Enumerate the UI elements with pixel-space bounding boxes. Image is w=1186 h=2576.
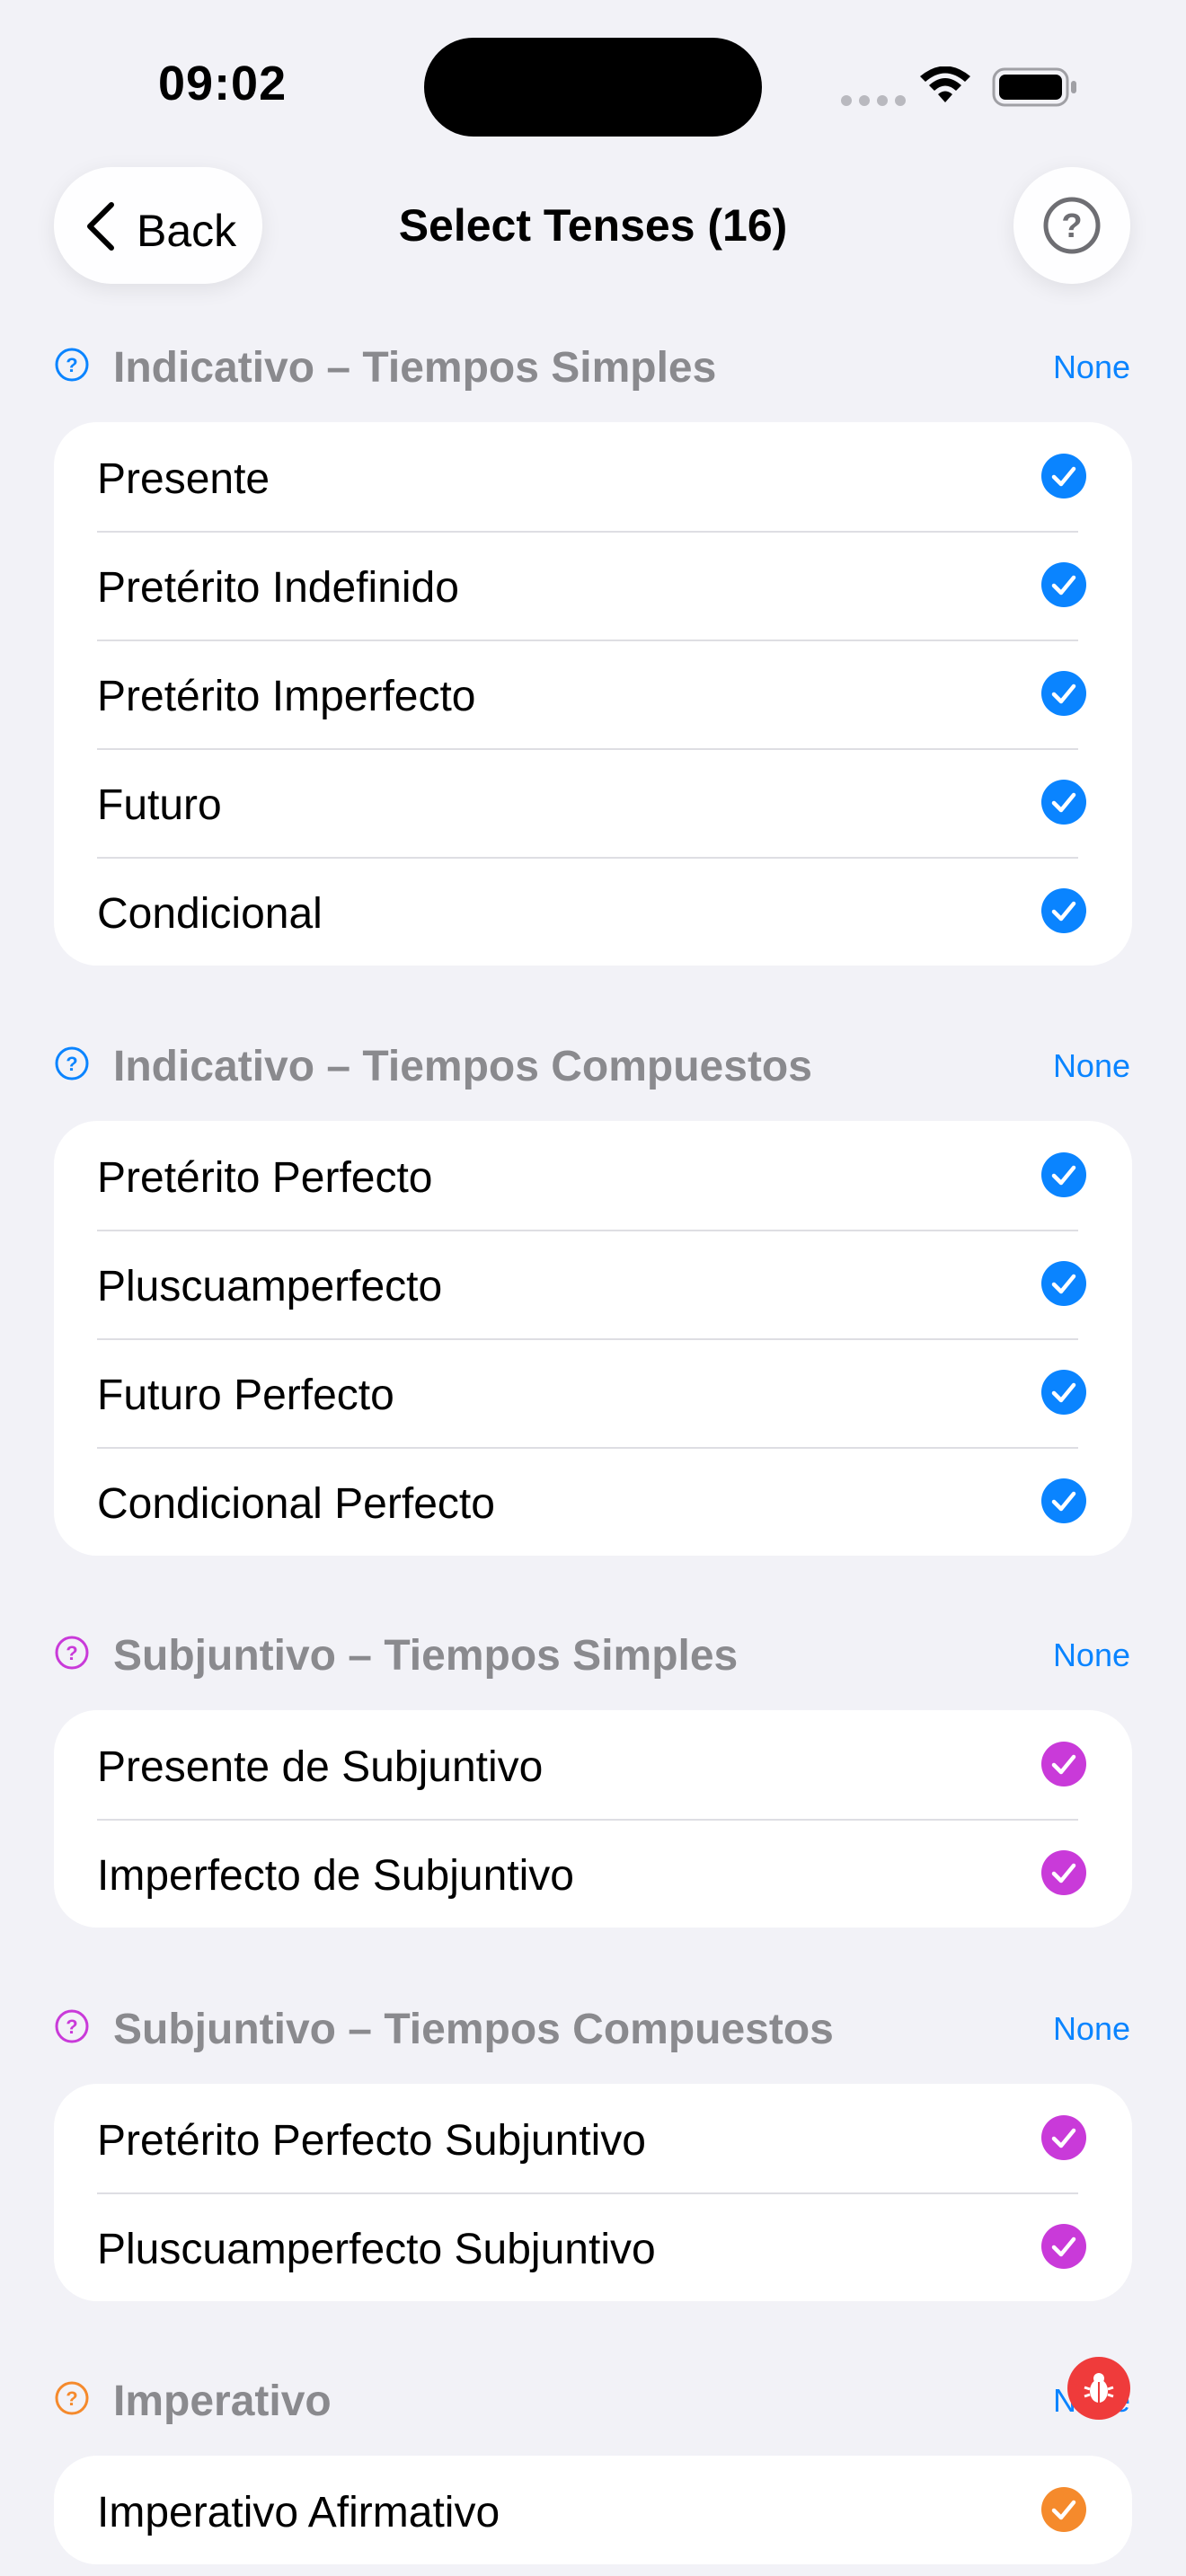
checkmark-circle-icon[interactable] <box>1040 1151 1087 1198</box>
tense-label: Pretérito Indefinido <box>97 564 459 612</box>
tense-row-preterito-indefinido[interactable]: Pretérito Indefinido <box>54 531 1132 640</box>
section-title: Subjuntivo – Tiempos Simples <box>113 1632 739 1680</box>
svg-text:?: ? <box>66 2016 77 2038</box>
tense-label: Imperativo Afirmativo <box>97 2489 500 2536</box>
section-header: ? Subjuntivo – Tiempos Compuestos None <box>0 1990 1186 2062</box>
question-circle-icon[interactable]: ? <box>54 2008 90 2044</box>
tense-row-presente-de-subjuntivo[interactable]: Presente de Subjuntivo <box>54 1710 1132 1819</box>
checkmark-circle-icon[interactable] <box>1040 2223 1087 2270</box>
section-list-indicativo-tiempos-simples: Presente Pretérito Indefinido Pretérito Im… <box>54 422 1132 966</box>
checkmark-circle-icon[interactable] <box>1040 1478 1087 1524</box>
tense-row-preterito-imperfecto[interactable]: Pretérito Imperfecto <box>54 640 1132 748</box>
bug-icon <box>1084 2373 1114 2403</box>
svg-text:?: ? <box>1061 207 1082 245</box>
svg-text:?: ? <box>66 1053 77 1075</box>
checkmark-circle-icon[interactable] <box>1040 670 1087 717</box>
tense-label: Condicional <box>97 890 323 938</box>
tense-row-futuro[interactable]: Futuro <box>54 748 1132 857</box>
help-button[interactable]: ? <box>1013 167 1130 284</box>
tense-row-preterito-perfecto-subjuntivo[interactable]: Pretérito Perfecto Subjuntivo <box>54 2084 1132 2192</box>
tense-row-condicional[interactable]: Condicional <box>54 857 1132 966</box>
none-button[interactable]: None <box>1053 348 1130 386</box>
section-header: ? Indicativo – Tiempos Simples None <box>0 329 1186 401</box>
page-title: Select Tenses (16) <box>398 200 788 251</box>
tense-label: Pluscuamperfecto <box>97 1263 443 1310</box>
tense-row-futuro-perfecto[interactable]: Futuro Perfecto <box>54 1338 1132 1447</box>
tense-label: Pretérito Perfecto <box>97 1154 433 1202</box>
section-title: Indicativo – Tiempos Simples <box>113 344 717 392</box>
section-header: ?ImperativoNone <box>0 2362 1186 2434</box>
tense-row-preterito-perfecto[interactable]: Pretérito Perfecto <box>54 1121 1132 1230</box>
checkmark-circle-icon[interactable] <box>1040 1260 1087 1307</box>
svg-text:?: ? <box>66 2387 77 2410</box>
tense-label: Imperfecto de Subjuntivo <box>97 1852 574 1900</box>
status-bar: 09:02 <box>0 0 1186 162</box>
tense-row-imperativo-afirmativo[interactable]: Imperativo Afirmativo <box>54 2456 1132 2564</box>
question-circle-icon: ? <box>1043 197 1101 254</box>
none-button[interactable]: None <box>1053 2010 1130 2048</box>
question-circle-icon[interactable]: ? <box>54 1635 90 1671</box>
checkmark-circle-icon[interactable] <box>1040 453 1087 499</box>
tense-row-condicional-perfecto[interactable]: Condicional Perfecto <box>54 1447 1132 1556</box>
question-circle-icon[interactable]: ? <box>54 1045 90 1081</box>
section-header: ? Subjuntivo – Tiempos Simples None <box>0 1617 1186 1689</box>
checkmark-circle-icon[interactable] <box>1040 1369 1087 1416</box>
tense-label: Futuro <box>97 781 222 829</box>
tense-label: Pluscuamperfecto Subjuntivo <box>97 2226 656 2273</box>
tense-label: Presente <box>97 455 270 503</box>
tense-label: Futuro Perfecto <box>97 1372 394 1419</box>
question-circle-icon[interactable]: ? <box>54 347 90 383</box>
checkmark-circle-icon[interactable] <box>1040 2114 1087 2161</box>
tense-row-presente[interactable]: Presente <box>54 422 1132 531</box>
checkmark-circle-icon[interactable] <box>1040 2486 1087 2533</box>
checkmark-circle-icon[interactable] <box>1040 779 1087 825</box>
question-circle-icon[interactable]: ? <box>54 2380 90 2416</box>
dynamic-island <box>424 38 762 137</box>
cellular-signal-icon <box>841 95 906 106</box>
none-button[interactable]: None <box>1053 1636 1130 1674</box>
tense-label: Condicional Perfecto <box>97 1480 495 1528</box>
tense-row-imperfecto-de-subjuntivo[interactable]: Imperfecto de Subjuntivo <box>54 1819 1132 1928</box>
navigation-bar: Back Select Tenses (16) ? <box>0 162 1186 287</box>
section-list-imperativo: Imperativo Afirmativo <box>54 2456 1132 2564</box>
svg-text:?: ? <box>66 354 77 376</box>
checkmark-circle-icon[interactable] <box>1040 887 1087 934</box>
section-list-indicativo-tiempos-compuestos: Pretérito Perfecto Pluscuamperfecto Futuro… <box>54 1121 1132 1556</box>
wifi-icon <box>920 66 970 102</box>
debug-button[interactable] <box>1067 2357 1130 2420</box>
section-list-subjuntivo-tiempos-compuestos: Pretérito Perfecto Subjuntivo Pluscuamper… <box>54 2084 1132 2301</box>
section-header: ? Indicativo – Tiempos Compuestos None <box>0 1028 1186 1099</box>
section-title: Subjuntivo – Tiempos Compuestos <box>113 2006 834 2053</box>
tense-row-pluscuamperfecto-subjuntivo[interactable]: Pluscuamperfecto Subjuntivo <box>54 2192 1132 2301</box>
status-time: 09:02 <box>158 57 288 110</box>
section-title: Imperativo <box>113 2378 332 2425</box>
battery-icon <box>992 67 1076 107</box>
section-title: Indicativo – Tiempos Compuestos <box>113 1043 812 1090</box>
svg-text:?: ? <box>66 1642 77 1664</box>
tense-row-pluscuamperfecto[interactable]: Pluscuamperfecto <box>54 1230 1132 1338</box>
tense-label: Pretérito Imperfecto <box>97 673 476 720</box>
section-list-subjuntivo-tiempos-simples: Presente de Subjuntivo Imperfecto de Subj… <box>54 1710 1132 1928</box>
checkmark-circle-icon[interactable] <box>1040 561 1087 608</box>
checkmark-circle-icon[interactable] <box>1040 1741 1087 1787</box>
tense-label: Presente de Subjuntivo <box>97 1743 544 1791</box>
checkmark-circle-icon[interactable] <box>1040 1849 1087 1896</box>
tense-label: Pretérito Perfecto Subjuntivo <box>97 2117 646 2165</box>
none-button[interactable]: None <box>1053 1047 1130 1085</box>
